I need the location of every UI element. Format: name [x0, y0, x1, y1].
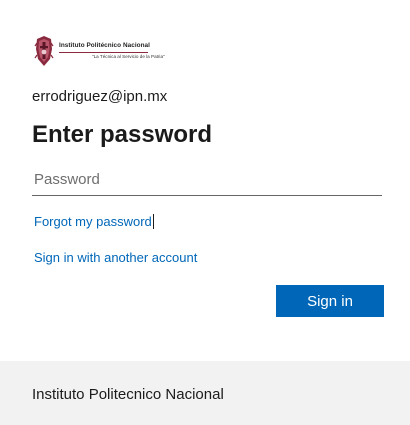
organization-logo: Instituto Politécnico Nacional "La Técni…	[34, 34, 165, 68]
logo-divider	[59, 52, 148, 53]
footer-text: Instituto Politecnico Nacional	[32, 386, 224, 403]
sign-in-card: Instituto Politécnico Nacional "La Técni…	[0, 0, 410, 361]
page-title: Enter password	[32, 121, 213, 148]
footer: Instituto Politecnico Nacional	[0, 361, 410, 425]
password-input[interactable]	[32, 163, 382, 196]
forgot-password-link[interactable]: Forgot my password	[34, 214, 154, 229]
sign-in-button[interactable]: Sign in	[276, 285, 384, 317]
text-cursor	[152, 214, 154, 229]
other-account-link[interactable]: Sign in with another account	[34, 250, 197, 265]
sign-in-page: Instituto Politécnico Nacional "La Técni…	[0, 0, 410, 425]
forgot-password-label: Forgot my password	[34, 214, 152, 229]
ipn-seal-icon	[34, 36, 54, 66]
logo-name: Instituto Politécnico Nacional	[59, 42, 150, 49]
account-identity: errodriguez@ipn.mx	[32, 88, 168, 105]
logo-wordmark: Instituto Politécnico Nacional "La Técni…	[59, 35, 165, 67]
logo-motto: "La Técnica al Servicio de la Patria"	[92, 54, 165, 59]
